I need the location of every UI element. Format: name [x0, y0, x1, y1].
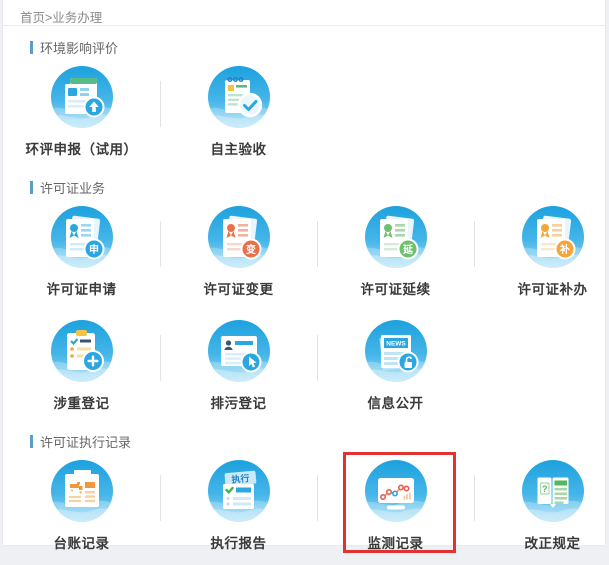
svg-text:申: 申 [89, 243, 99, 256]
heavy-metal-register-icon [50, 319, 114, 383]
business-handling-panel: 首页>业务办理 环境影响评价环评申报（试用）自主验收许可证业务申许可证申请变许可… [2, 0, 606, 546]
ledger-record-icon [50, 459, 114, 523]
divider [160, 335, 161, 381]
divider [317, 221, 318, 267]
section-title: 许可证执行记录 [30, 433, 605, 449]
icon-row: 台账记录执行执行报告监测记录?改正规定 [3, 455, 605, 565]
section-title: 许可证业务 [30, 179, 605, 195]
divider [317, 335, 318, 381]
self-acceptance-check-icon [207, 65, 271, 129]
icon-row: 涉重登记排污登记 NEWS 信息公开 [3, 315, 605, 425]
license-reissue-icon: 补 [521, 205, 585, 269]
license-change-icon: 变 [207, 205, 271, 269]
item-label: 许可证变更 [160, 278, 317, 298]
divider [160, 81, 161, 127]
svg-text:补: 补 [559, 243, 570, 256]
section-title-text: 许可证业务 [40, 178, 105, 197]
section-title: 环境影响评价 [30, 39, 605, 55]
item-heavy-metal-register[interactable]: 涉重登记 [3, 315, 160, 425]
section-title-bar [30, 181, 33, 194]
sections-container: 环境影响评价环评申报（试用）自主验收许可证业务申许可证申请变许可证变更延许可证延… [3, 39, 605, 565]
item-license-apply[interactable]: 申许可证申请 [3, 201, 160, 311]
eia-declare-upload-icon [50, 65, 114, 129]
item-label: 信息公开 [317, 392, 474, 412]
selection-highlight [343, 452, 456, 553]
divider [474, 221, 475, 267]
item-label: 涉重登记 [3, 392, 160, 412]
svg-text:延: 延 [402, 243, 414, 256]
item-info-disclosure[interactable]: NEWS 信息公开 [317, 315, 474, 425]
item-label: 环评申报（试用） [3, 138, 160, 158]
correction-rule-icon: ? [521, 459, 585, 523]
license-renew-icon: 延 [364, 205, 428, 269]
item-license-change[interactable]: 变许可证变更 [160, 201, 317, 311]
item-label: 改正规定 [474, 532, 609, 552]
discharge-register-icon [207, 319, 271, 383]
divider [474, 475, 475, 521]
item-ledger-record[interactable]: 台账记录 [3, 455, 160, 565]
item-license-reissue[interactable]: 补许可证补办 [474, 201, 609, 311]
section-title-text: 许可证执行记录 [40, 432, 131, 451]
item-label: 许可证延续 [317, 278, 474, 298]
item-self-acceptance-check[interactable]: 自主验收 [160, 61, 317, 171]
license-apply-icon: 申 [50, 205, 114, 269]
item-correction-rule[interactable]: ? 改正规定 [474, 455, 609, 565]
item-label: 台账记录 [3, 532, 160, 552]
divider [160, 475, 161, 521]
svg-text:?: ? [542, 484, 548, 494]
item-label: 执行报告 [160, 532, 317, 552]
section-title-text: 环境影响评价 [40, 38, 118, 57]
section-title-bar [30, 435, 33, 448]
divider [160, 221, 161, 267]
item-eia-declare-upload[interactable]: 环评申报（试用） [3, 61, 160, 171]
item-license-renew[interactable]: 延许可证延续 [317, 201, 474, 311]
info-disclosure-icon: NEWS [364, 319, 428, 383]
execution-report-icon: 执行 [207, 459, 271, 523]
icon-row: 申许可证申请变许可证变更延许可证延续补许可证补办 [3, 201, 605, 311]
svg-text:NEWS: NEWS [386, 341, 406, 348]
item-label: 许可证补办 [474, 278, 609, 298]
item-discharge-register[interactable]: 排污登记 [160, 315, 317, 425]
item-monitoring-record[interactable]: 监测记录 [317, 455, 474, 565]
icon-row: 环评申报（试用）自主验收 [3, 61, 605, 171]
item-label: 排污登记 [160, 392, 317, 412]
svg-text:变: 变 [246, 243, 256, 256]
divider [317, 475, 318, 521]
svg-text:执行: 执行 [231, 472, 250, 485]
item-label: 许可证申请 [3, 278, 160, 298]
breadcrumb[interactable]: 首页>业务办理 [3, 0, 605, 26]
item-execution-report[interactable]: 执行执行报告 [160, 455, 317, 565]
section-title-bar [30, 41, 33, 54]
item-label: 自主验收 [160, 138, 317, 158]
